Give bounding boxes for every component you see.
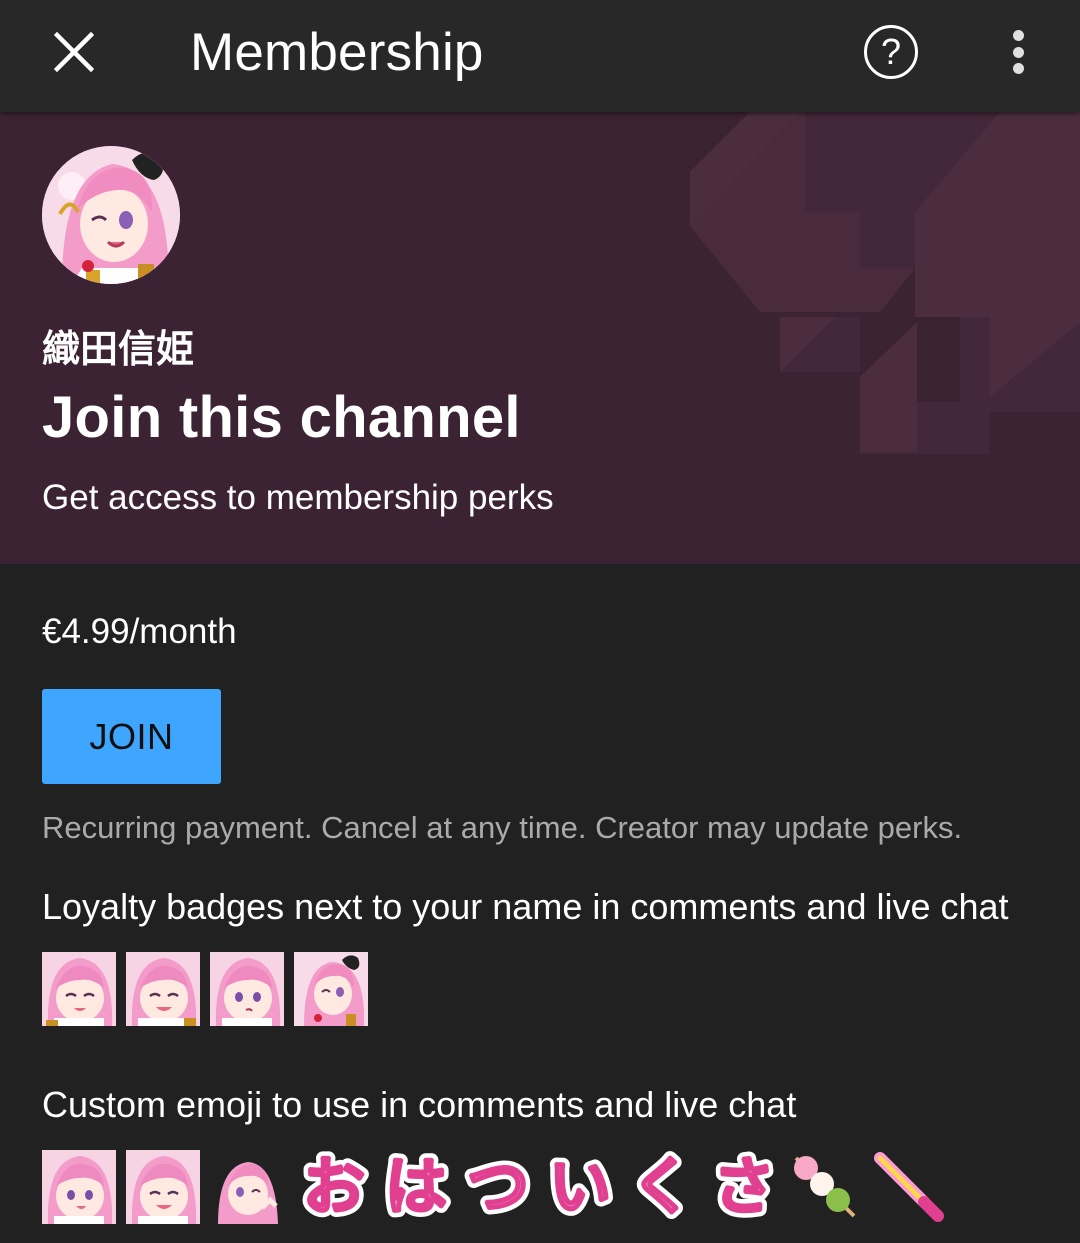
join-button[interactable]: JOIN [42,689,221,784]
custom-emoji-icon [42,1150,116,1224]
kana-emoji-char: い [549,1150,611,1223]
kana-emoji-char: お [303,1150,365,1223]
kana-emoji-char: さ [713,1150,775,1223]
channel-hero: 織田信姫 Join this channel Get access to mem… [0,112,1080,564]
close-icon[interactable] [48,26,100,78]
membership-price: €4.99/month [42,612,237,651]
perk-heading-badges: Loyalty badges next to your name in comm… [42,886,1009,927]
custom-emoji-icon [210,1150,284,1224]
custom-emoji-icon [126,1150,200,1224]
kana-emoji-char: は [385,1150,447,1223]
channel-avatar[interactable] [42,146,180,284]
text-emoji-ohatsuikusa: おおははつついいくくささ [294,1150,784,1224]
help-icon[interactable]: ? [864,25,918,79]
loyalty-badge-icon [42,952,116,1026]
loyalty-badge-icon [210,952,284,1026]
dango-icon [788,1150,862,1224]
top-app-bar: Membership ? [0,0,1080,112]
payment-disclaimer: Recurring payment. Cancel at any time. C… [42,810,963,845]
custom-emoji-list: おおははつついいくくささ [42,1150,956,1224]
channel-name: 織田信姫 [42,329,195,371]
join-subtitle: Get access to membership perks [42,478,554,517]
join-heading: Join this channel [42,385,521,450]
loyalty-badge-icon [294,952,368,1026]
perk-heading-emoji: Custom emoji to use in comments and live… [42,1084,797,1125]
avatar-image [42,146,180,284]
help-glyph: ? [880,31,902,72]
glowstick-icon [872,1150,946,1224]
loyalty-badge-list [42,952,378,1026]
more-options-icon[interactable] [998,26,1038,78]
kana-emoji-char: つ [467,1150,529,1223]
loyalty-badge-icon [126,952,200,1026]
kana-emoji-strip: おお はは つつ いい くく ささ [297,1150,781,1224]
kana-emoji-char: く [631,1150,693,1223]
page-title: Membership [190,23,484,82]
